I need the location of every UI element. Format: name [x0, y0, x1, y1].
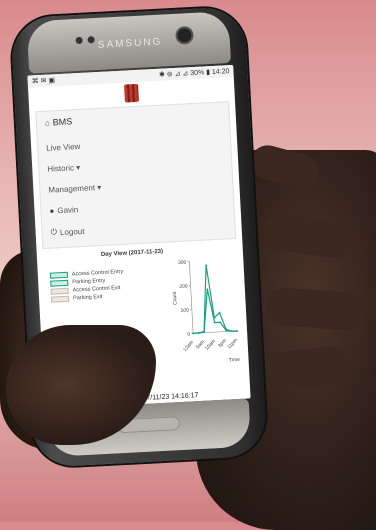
x-tick-label: 10am [204, 338, 217, 351]
menu-brand-label: BMS [52, 116, 72, 127]
menu-item-label: Management ▾ [48, 183, 101, 195]
hand-finger [265, 287, 367, 332]
series-line [191, 288, 237, 333]
series-point [192, 332, 194, 334]
menu-item-user[interactable]: ● Gavin [49, 197, 225, 215]
y-axis-label: Count [172, 291, 179, 305]
y-tick-label: 100 [180, 307, 189, 313]
power-icon: ⏻ [50, 227, 57, 237]
x-axis-label: Time [229, 357, 240, 364]
nav-menu: ⌂ BMS Live View Historic ▾ Management ▾ … [35, 101, 236, 249]
y-tick-label: 200 [179, 284, 188, 290]
x-tick-label: 11pm [226, 337, 239, 350]
light-sensor-icon [87, 36, 94, 43]
menu-item-live-view[interactable]: Live View [46, 135, 222, 153]
y-axis [189, 261, 193, 333]
menu-item-logout[interactable]: ⏻ Logout [50, 218, 226, 237]
series-point [236, 330, 238, 332]
menu-brand[interactable]: ⌂ BMS [45, 109, 221, 128]
menu-item-label: Historic ▾ [47, 163, 80, 174]
menu-item-historic[interactable]: Historic ▾ [47, 155, 223, 173]
proximity-sensor-icon [75, 37, 82, 44]
status-left-icons: ⌘ ✉ ▣ [32, 76, 56, 85]
device-brand: SAMSUNG [98, 37, 163, 51]
bms-logo-icon[interactable] [124, 84, 139, 103]
y-tick-label: 0 [187, 331, 190, 337]
front-camera-icon [177, 28, 192, 43]
x-tick-label: 12am [182, 340, 195, 353]
phone-top-bezel: SAMSUNG [27, 11, 231, 74]
user-icon: ● [49, 206, 54, 215]
series-line [190, 264, 237, 333]
menu-item-label: Live View [46, 142, 81, 153]
menu-item-management[interactable]: Management ▾ [48, 176, 224, 194]
y-tick-label: 300 [178, 260, 187, 266]
home-icon: ⌂ [45, 118, 50, 127]
menu-item-label: Logout [60, 226, 85, 236]
menu-item-label: Gavin [57, 205, 78, 215]
